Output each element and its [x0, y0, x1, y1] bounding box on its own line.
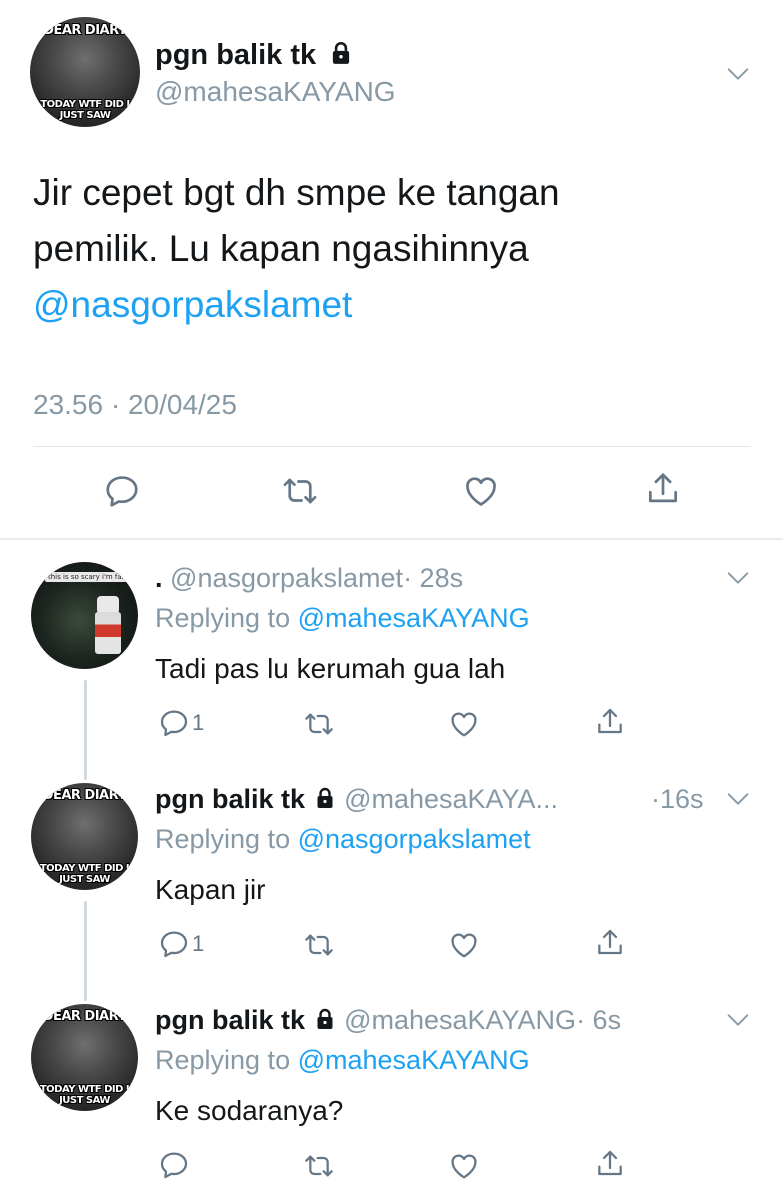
author-display-name[interactable]: pgn balik tk — [155, 39, 316, 71]
thread-line — [84, 680, 87, 780]
avatar-bottom-caption: TODAY WTF DID I JUST SAW — [40, 99, 130, 121]
retweet-icon[interactable] — [303, 929, 335, 961]
avatar-top-caption: DEAR DIARY — [42, 1009, 127, 1024]
chevron-down-icon[interactable] — [724, 1006, 752, 1034]
chevron-down-icon[interactable] — [724, 564, 752, 592]
avatar[interactable]: this is so scary i'm farting — [31, 562, 138, 669]
tweet-time[interactable]: ·16s — [651, 783, 704, 815]
avatar-caption: this is so scary i'm farting — [45, 572, 138, 582]
lock-icon — [328, 40, 354, 66]
reply-button[interactable]: 1 — [158, 707, 204, 739]
replying-to-link[interactable]: @nasgorpakslamet — [298, 824, 531, 854]
share-icon[interactable] — [594, 706, 626, 738]
author-display-name[interactable]: pgn balik tk — [155, 1005, 305, 1035]
tweet-text: Ke sodaranya? — [155, 1095, 344, 1126]
reply-button[interactable]: 1 — [158, 928, 204, 960]
author-handle[interactable]: @mahesaKAYANG — [344, 1005, 576, 1035]
lock-icon — [313, 1007, 337, 1031]
section-divider — [0, 538, 783, 540]
replying-label: Replying to — [155, 1045, 291, 1075]
tweet-time[interactable]: · 6s — [576, 1005, 621, 1035]
avatar[interactable]: DEAR DIARY TODAY WTF DID I JUST SAW — [31, 1004, 138, 1111]
like-icon[interactable] — [462, 472, 500, 510]
tweet-text-line: pemilik. Lu kapan ngasihinnya — [33, 228, 529, 269]
avatar[interactable]: DEAR DIARY TODAY WTF DID I JUST SAW — [31, 783, 138, 890]
divider — [33, 446, 751, 447]
avatar-bottom-caption: TODAY WTF DID I JUST SAW — [39, 863, 130, 885]
avatar[interactable]: DEAR DIARY TODAY WTF DID I JUST SAW — [30, 17, 140, 127]
mention-link[interactable]: @nasgorpakslamet — [33, 277, 560, 333]
retweet-icon[interactable] — [303, 1150, 335, 1182]
tweet-text: Kapan jir — [155, 874, 266, 905]
avatar-figure — [95, 612, 121, 654]
reply-icon — [158, 1149, 190, 1181]
author-handle[interactable]: @nasgorpakslamet — [170, 563, 403, 593]
tweet-time[interactable]: · 28s — [403, 563, 463, 593]
chevron-down-icon[interactable] — [724, 60, 752, 88]
tweet-text: Tadi pas lu kerumah gua lah — [155, 653, 506, 684]
reply-icon[interactable] — [103, 472, 141, 510]
reply-icon — [158, 707, 190, 739]
avatar-top-caption: DEAR DIARY — [42, 788, 127, 803]
share-icon[interactable] — [594, 927, 626, 959]
retweet-icon[interactable] — [281, 472, 319, 510]
avatar-bottom-caption: TODAY WTF DID I JUST SAW — [39, 1084, 130, 1106]
author-display-name[interactable]: . — [155, 563, 163, 593]
share-icon[interactable] — [594, 1148, 626, 1180]
reply-button[interactable] — [158, 1149, 190, 1181]
avatar-top-caption: DEAR DIARY — [43, 23, 127, 38]
like-icon[interactable] — [448, 929, 480, 961]
author-display-name[interactable]: pgn balik tk — [155, 784, 305, 814]
lock-icon — [313, 786, 337, 810]
author-handle[interactable]: @mahesaKAYANG — [155, 75, 396, 109]
retweet-icon[interactable] — [303, 708, 335, 740]
reply-count: 1 — [192, 931, 205, 956]
tweet-text: Jir cepet bgt dh smpe ke tangan pemilik.… — [33, 165, 560, 333]
like-icon[interactable] — [448, 1150, 480, 1182]
tweet-timestamp[interactable]: 23.56 · 20/04/25 — [33, 388, 237, 422]
chevron-down-icon[interactable] — [724, 785, 752, 813]
tweet-text-line: Jir cepet bgt dh smpe ke tangan — [33, 172, 560, 213]
replying-label: Replying to — [155, 603, 291, 633]
reply-count: 1 — [192, 710, 205, 735]
replying-label: Replying to — [155, 824, 291, 854]
like-icon[interactable] — [448, 708, 480, 740]
replying-to-link[interactable]: @mahesaKAYANG — [298, 603, 530, 633]
reply-icon — [158, 928, 190, 960]
author-handle[interactable]: @mahesaKAYA... — [344, 784, 558, 814]
thread-line — [84, 901, 87, 1001]
replying-to-link[interactable]: @mahesaKAYANG — [298, 1045, 530, 1075]
share-icon[interactable] — [644, 470, 682, 508]
